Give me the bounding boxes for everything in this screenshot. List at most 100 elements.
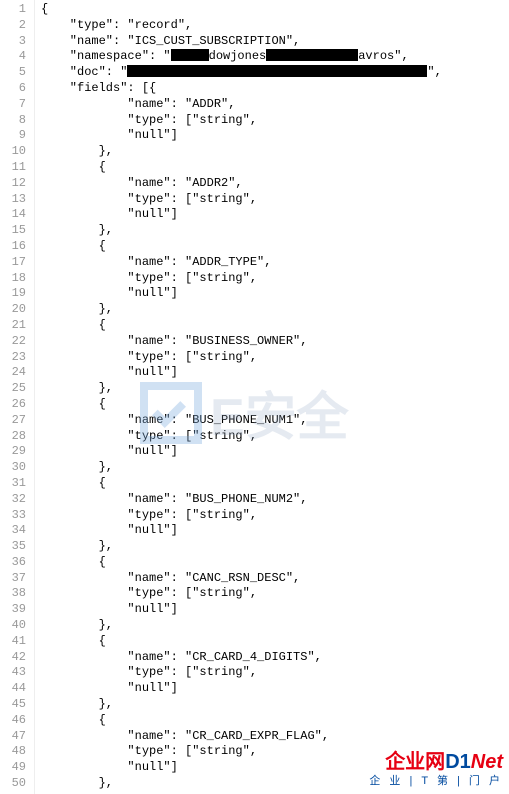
code-line: }, [41, 144, 442, 160]
line-number: 44 [4, 681, 26, 697]
line-number: 24 [4, 365, 26, 381]
code-line: "name": "BUS_PHONE_NUM2", [41, 492, 442, 508]
line-number: 14 [4, 207, 26, 223]
code-line: "type": ["string", [41, 271, 442, 287]
line-number-gutter: 1234567891011121314151617181920212223242… [0, 0, 35, 794]
line-number: 16 [4, 239, 26, 255]
code-line: }, [41, 539, 442, 555]
code-line: "type": ["string", [41, 586, 442, 602]
footer-brand-logo: 企业网D1Net 企 业 | T 第 | 门 户 [369, 745, 503, 788]
line-number: 41 [4, 634, 26, 650]
code-content: { "type": "record", "name": "ICS_CUST_SU… [35, 0, 442, 794]
code-line: "name": "CR_CARD_EXPR_FLAG", [41, 729, 442, 745]
line-number: 36 [4, 555, 26, 571]
code-line: "name": "CANC_RSN_DESC", [41, 571, 442, 587]
line-number: 37 [4, 571, 26, 587]
code-line: "namespace": "dowjonesavros", [41, 49, 442, 65]
line-number: 1 [4, 2, 26, 18]
code-line: { [41, 713, 442, 729]
line-number: 19 [4, 286, 26, 302]
footer-tagline: 企 业 | T 第 | 门 户 [369, 772, 503, 788]
code-line: "type": ["string", [41, 192, 442, 208]
code-line: "null"] [41, 681, 442, 697]
line-number: 12 [4, 176, 26, 192]
line-number: 4 [4, 49, 26, 65]
code-line: { [41, 2, 442, 18]
line-number: 32 [4, 492, 26, 508]
code-line: "fields": [{ [41, 81, 442, 97]
footer-brand-d1: D1 [445, 751, 471, 773]
line-number: 45 [4, 697, 26, 713]
code-line: { [41, 397, 442, 413]
line-number: 39 [4, 602, 26, 618]
code-line: "type": ["string", [41, 429, 442, 445]
code-line: { [41, 476, 442, 492]
line-number: 27 [4, 413, 26, 429]
line-number: 10 [4, 144, 26, 160]
code-line: }, [41, 223, 442, 239]
line-number: 6 [4, 81, 26, 97]
line-number: 8 [4, 113, 26, 129]
code-line: }, [41, 618, 442, 634]
line-number: 9 [4, 128, 26, 144]
code-line: { [41, 634, 442, 650]
line-number: 23 [4, 350, 26, 366]
line-number: 15 [4, 223, 26, 239]
footer-brand-left: 企业网 [385, 751, 445, 773]
code-line: }, [41, 302, 442, 318]
code-line: { [41, 160, 442, 176]
line-number: 11 [4, 160, 26, 176]
code-line: "type": ["string", [41, 113, 442, 129]
line-number: 17 [4, 255, 26, 271]
code-line: "null"] [41, 365, 442, 381]
line-number: 28 [4, 429, 26, 445]
code-line: "doc": "", [41, 65, 442, 81]
code-line: "name": "BUS_PHONE_NUM1", [41, 413, 442, 429]
code-line: "name": "ICS_CUST_SUBSCRIPTION", [41, 34, 442, 50]
line-number: 48 [4, 744, 26, 760]
code-line: "null"] [41, 444, 442, 460]
line-number: 46 [4, 713, 26, 729]
line-number: 7 [4, 97, 26, 113]
code-line: "type": "record", [41, 18, 442, 34]
line-number: 3 [4, 34, 26, 50]
line-number: 22 [4, 334, 26, 350]
line-number: 40 [4, 618, 26, 634]
line-number: 34 [4, 523, 26, 539]
code-line: "name": "ADDR_TYPE", [41, 255, 442, 271]
footer-brand-net: Net [471, 751, 503, 773]
code-line: { [41, 239, 442, 255]
footer-brand-top: 企业网D1Net [369, 745, 503, 774]
line-number: 50 [4, 776, 26, 792]
line-number: 21 [4, 318, 26, 334]
code-line: "type": ["string", [41, 665, 442, 681]
code-line: "name": "ADDR2", [41, 176, 442, 192]
code-line: "name": "CR_CARD_4_DIGITS", [41, 650, 442, 666]
line-number: 20 [4, 302, 26, 318]
line-number: 2 [4, 18, 26, 34]
line-number: 49 [4, 760, 26, 776]
line-number: 47 [4, 729, 26, 745]
code-line: "null"] [41, 128, 442, 144]
line-number: 30 [4, 460, 26, 476]
line-number: 43 [4, 665, 26, 681]
line-number: 35 [4, 539, 26, 555]
line-number: 18 [4, 271, 26, 287]
code-line: "null"] [41, 602, 442, 618]
line-number: 5 [4, 65, 26, 81]
code-line: { [41, 555, 442, 571]
code-line: "type": ["string", [41, 508, 442, 524]
code-line: "null"] [41, 286, 442, 302]
line-number: 26 [4, 397, 26, 413]
code-line: "null"] [41, 523, 442, 539]
code-line: }, [41, 697, 442, 713]
code-line: "name": "BUSINESS_OWNER", [41, 334, 442, 350]
line-number: 42 [4, 650, 26, 666]
code-line: "null"] [41, 207, 442, 223]
code-line: { [41, 318, 442, 334]
line-number: 13 [4, 192, 26, 208]
line-number: 33 [4, 508, 26, 524]
line-number: 31 [4, 476, 26, 492]
code-line: }, [41, 381, 442, 397]
code-line: "name": "ADDR", [41, 97, 442, 113]
